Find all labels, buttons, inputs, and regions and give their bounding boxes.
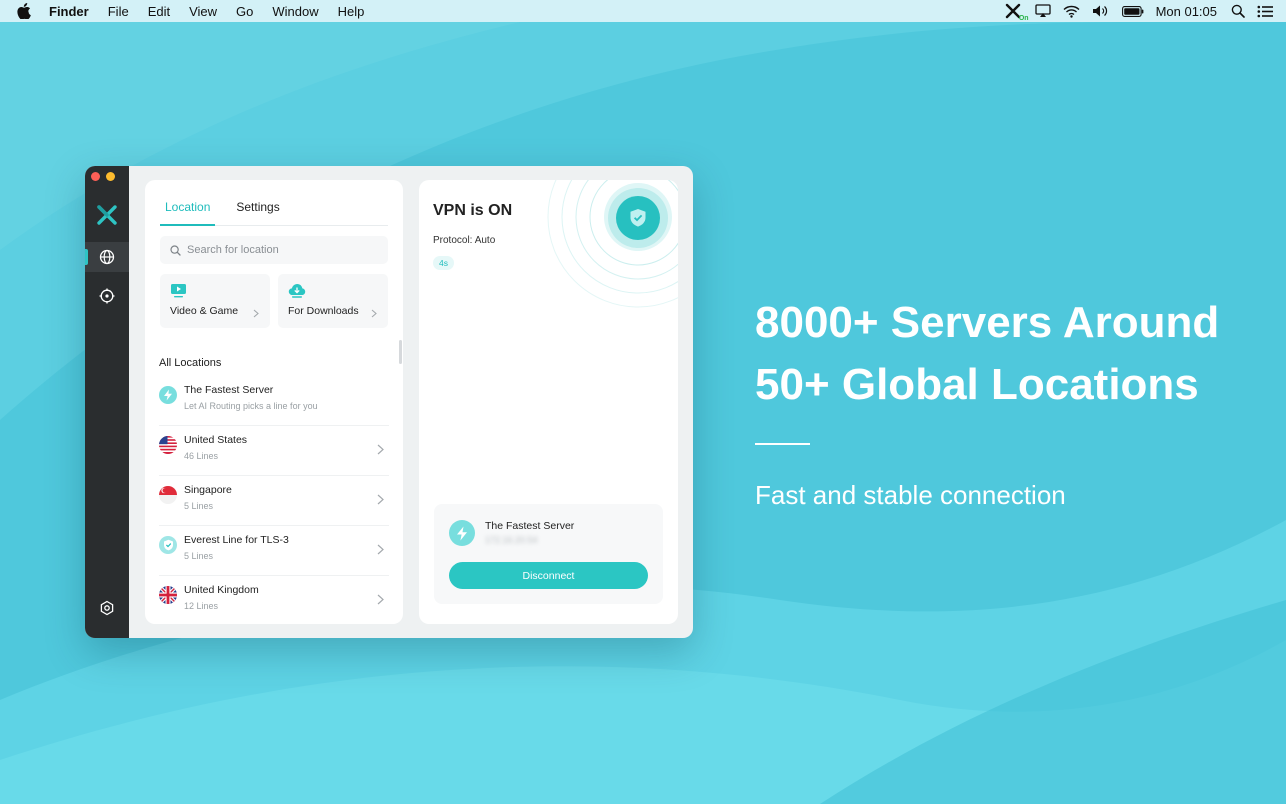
promo-headline-line-1: 8000+ Servers Around xyxy=(755,298,1220,347)
apple-menu-icon[interactable] xyxy=(17,2,35,20)
airplay-icon[interactable] xyxy=(1034,4,1051,18)
location-row-united-kingdom[interactable]: United Kingdom 12 Lines xyxy=(159,576,389,624)
search-box xyxy=(160,236,388,264)
app-menu-finder[interactable]: Finder xyxy=(49,4,89,19)
location-panel: Location Settings Video & Game For Downl… xyxy=(145,180,403,624)
vpn-status-shield-icon xyxy=(616,196,660,240)
location-subtitle: 5 Lines xyxy=(184,501,214,511)
current-server-card: The Fastest Server 172.16.20.54 Disconne… xyxy=(434,504,663,604)
current-server-name: The Fastest Server xyxy=(485,520,575,532)
spotlight-icon[interactable] xyxy=(1231,4,1245,18)
location-subtitle: 12 Lines xyxy=(184,601,219,611)
location-list: The Fastest Server Let AI Routing picks … xyxy=(159,376,389,624)
location-name: The Fastest Server xyxy=(184,384,274,396)
vpn-app-window: Location Settings Video & Game For Downl… xyxy=(85,166,693,638)
wifi-icon[interactable] xyxy=(1063,5,1080,18)
cloud-download-icon xyxy=(288,283,306,303)
globe-icon xyxy=(99,249,115,265)
app-logo-icon xyxy=(96,204,118,226)
disconnect-button[interactable]: Disconnect xyxy=(449,562,648,589)
location-name: Everest Line for TLS-3 xyxy=(184,534,289,546)
sidebar-settings-button[interactable] xyxy=(85,593,129,623)
chevron-right-icon xyxy=(253,305,259,323)
radar-rings-decoration xyxy=(547,180,678,308)
panel-tabs: Location Settings xyxy=(160,200,388,226)
promo-tagline: Fast and stable connection xyxy=(755,480,1066,510)
menubar-clock[interactable]: Mon 01:05 xyxy=(1156,4,1217,19)
location-subtitle: 46 Lines xyxy=(184,451,219,461)
promo-headline: 8000+ Servers Around 50+ Global Location… xyxy=(755,292,1219,416)
connection-timer-badge: 4s xyxy=(433,256,454,270)
protocol-label: Protocol: Auto xyxy=(433,235,496,246)
menu-edit[interactable]: Edit xyxy=(148,4,170,19)
video-game-shortcut[interactable]: Video & Game xyxy=(160,274,270,328)
sidebar-target-button[interactable] xyxy=(85,281,129,311)
video-game-label: Video & Game xyxy=(170,305,239,317)
chevron-right-icon xyxy=(377,542,384,560)
menu-go[interactable]: Go xyxy=(236,4,253,19)
app-sidebar xyxy=(85,166,129,638)
location-name: United States xyxy=(184,434,248,446)
connection-panel: VPN is ON Protocol: Auto 4s The Fastest … xyxy=(419,180,678,624)
minimize-window-button[interactable] xyxy=(106,172,115,181)
promo-divider xyxy=(755,443,810,445)
menu-file[interactable]: File xyxy=(108,4,129,19)
us-flag-icon xyxy=(159,436,177,454)
vpn-icon[interactable]: On xyxy=(1003,3,1029,22)
volume-icon[interactable] xyxy=(1092,4,1110,18)
location-row-united-states[interactable]: United States 46 Lines xyxy=(159,426,389,476)
downloads-shortcut[interactable]: For Downloads xyxy=(278,274,388,328)
location-row-singapore[interactable]: Singapore 5 Lines xyxy=(159,476,389,526)
sg-flag-icon xyxy=(159,486,177,504)
all-locations-heading: All Locations xyxy=(159,357,222,369)
downloads-label: For Downloads xyxy=(288,305,359,317)
chevron-right-icon xyxy=(377,492,384,510)
list-scrollbar[interactable] xyxy=(399,340,402,364)
location-subtitle: 5 Lines xyxy=(184,551,214,561)
tab-location[interactable]: Location xyxy=(160,200,216,226)
location-name: United Kingdom xyxy=(184,584,259,596)
close-window-button[interactable] xyxy=(91,172,100,181)
shield-icon xyxy=(159,536,177,554)
chevron-right-icon xyxy=(371,305,377,323)
chevron-right-icon xyxy=(377,442,384,460)
location-row-fastest[interactable]: The Fastest Server Let AI Routing picks … xyxy=(159,376,389,426)
battery-icon[interactable] xyxy=(1121,5,1144,17)
current-server-ip: 172.16.20.54 xyxy=(485,535,538,545)
video-play-icon xyxy=(170,283,187,303)
uk-flag-icon xyxy=(159,586,177,604)
search-input[interactable] xyxy=(187,244,377,256)
vpn-tray-badge: On xyxy=(1018,15,1029,22)
menu-bar: Finder File Edit View Go Window Help On … xyxy=(0,0,1286,22)
search-icon xyxy=(170,244,181,256)
location-row-everest[interactable]: Everest Line for TLS-3 5 Lines xyxy=(159,526,389,576)
sidebar-location-button[interactable] xyxy=(85,242,129,272)
location-name: Singapore xyxy=(184,484,232,496)
control-center-icon[interactable] xyxy=(1257,5,1274,18)
lightning-bolt-icon xyxy=(449,520,475,546)
location-subtitle: Let AI Routing picks a line for you xyxy=(184,401,318,411)
menu-view[interactable]: View xyxy=(189,4,217,19)
menu-window[interactable]: Window xyxy=(272,4,318,19)
tab-settings[interactable]: Settings xyxy=(231,200,284,226)
menu-help[interactable]: Help xyxy=(338,4,365,19)
promo-headline-line-2: 50+ Global Locations xyxy=(755,360,1199,409)
chevron-right-icon xyxy=(377,592,384,610)
gear-icon xyxy=(100,600,114,616)
vpn-status-title: VPN is ON xyxy=(433,202,513,219)
lightning-bolt-icon xyxy=(159,386,177,404)
crosshair-icon xyxy=(99,288,115,304)
